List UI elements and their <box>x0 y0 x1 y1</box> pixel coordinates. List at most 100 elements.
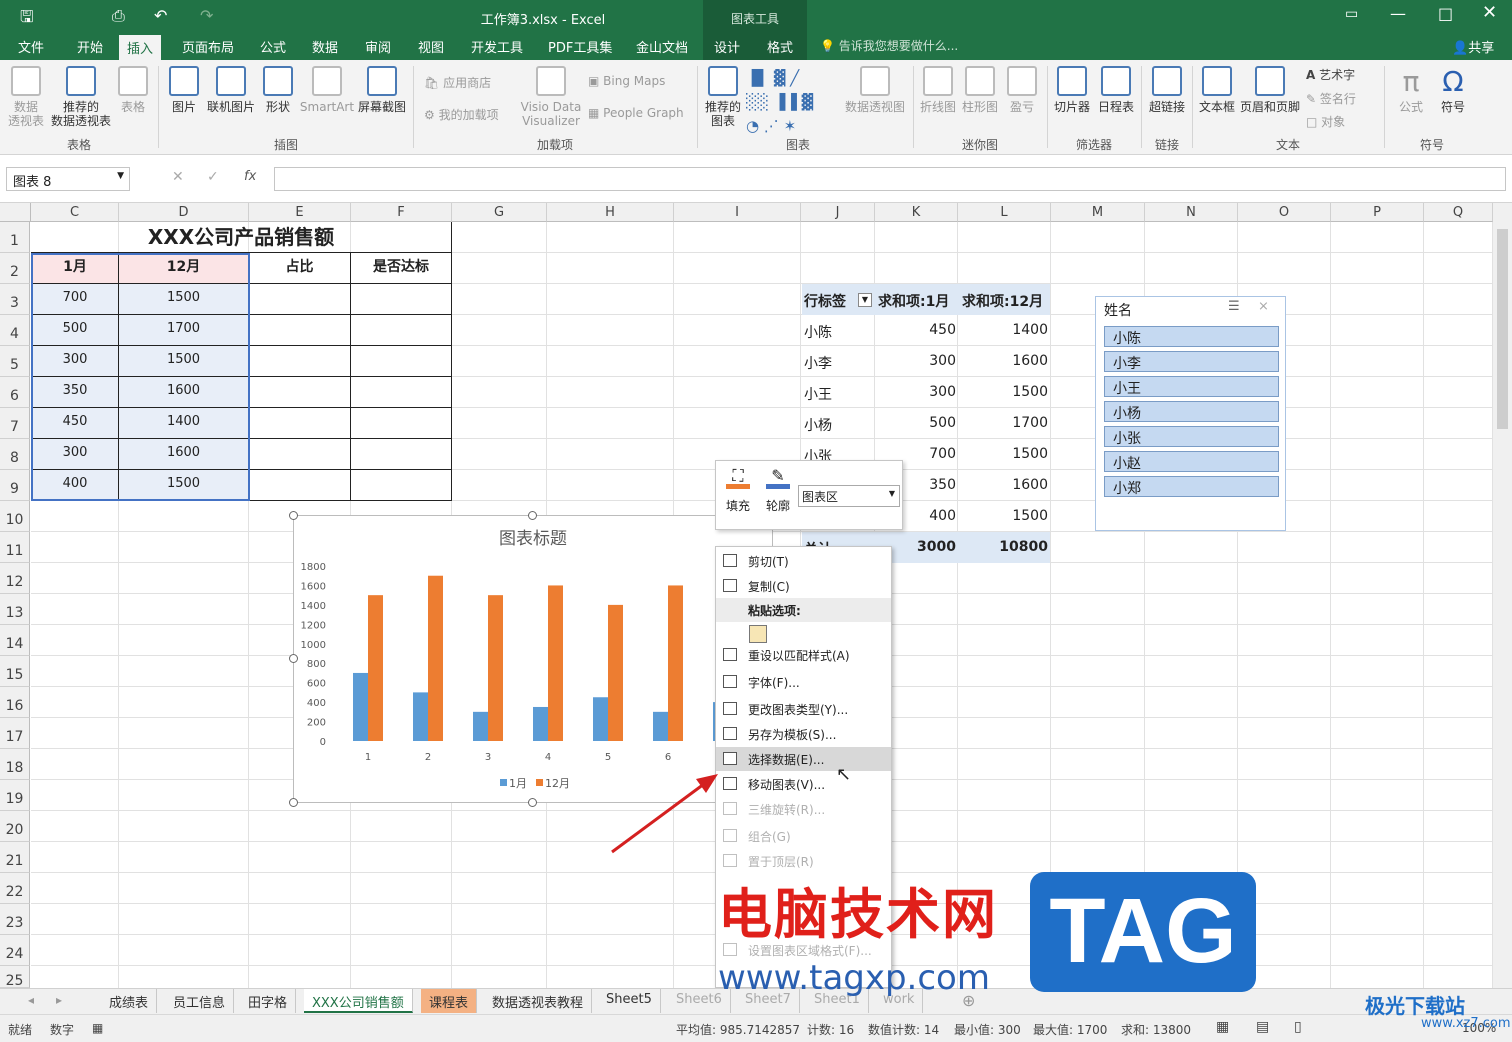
table-cell[interactable] <box>249 408 351 439</box>
table-cell[interactable] <box>249 346 351 377</box>
pivot-row[interactable]: 小李 300 1600 <box>802 346 1050 377</box>
screenshot-button[interactable]: 屏幕截图 <box>356 66 408 114</box>
row-header-18[interactable]: 18 <box>0 749 30 780</box>
context-menu-item[interactable]: 字体(F)... <box>716 670 891 694</box>
row-header-16[interactable]: 16 <box>0 687 30 718</box>
row-header-2[interactable]: 2 <box>0 253 30 284</box>
sparkline-line-button[interactable]: 折线图 <box>918 66 958 114</box>
timeline-button[interactable]: 日程表 <box>1094 66 1138 114</box>
resize-handle-tl[interactable] <box>289 511 298 520</box>
col-header-I[interactable]: I <box>674 203 801 222</box>
clear-filter-icon[interactable]: ⨯ <box>1258 299 1269 314</box>
context-menu-item[interactable]: 移动图表(V)... <box>716 772 891 796</box>
sheet-tab[interactable]: 课程表 <box>421 989 478 1013</box>
table-header-cell[interactable]: 1月 <box>31 253 119 284</box>
row-header-25[interactable]: 25 <box>0 966 30 989</box>
paste-keep-formatting-icon[interactable] <box>749 625 767 643</box>
shapes-button[interactable]: 形状 <box>260 66 296 114</box>
table-cell[interactable] <box>249 470 351 501</box>
row-header-5[interactable]: 5 <box>0 346 30 377</box>
tab-insert[interactable]: 插入 <box>119 35 162 60</box>
context-menu-item[interactable]: 重设以匹配样式(A) <box>716 643 891 667</box>
col-header-K[interactable]: K <box>875 203 958 222</box>
tab-view[interactable]: 视图 <box>418 37 444 56</box>
table-button[interactable]: 表格 <box>116 66 150 114</box>
scroll-left-icon[interactable]: ◂ <box>28 993 34 1007</box>
tab-pdf-tools[interactable]: PDF工具集 <box>548 37 612 56</box>
pivot-header[interactable]: 行标签 <box>804 291 846 311</box>
scrollbar-thumb[interactable] <box>1497 229 1508 429</box>
online-picture-button[interactable]: 联机图片 <box>204 66 258 114</box>
context-menu-item[interactable]: 更改图表类型(Y)... <box>716 697 891 721</box>
table-cell[interactable] <box>351 408 452 439</box>
tab-formulas[interactable]: 公式 <box>260 37 286 56</box>
table-cell[interactable]: 400 <box>31 470 119 501</box>
sheet-tab[interactable]: 田字格 <box>240 989 297 1013</box>
pivottable-button[interactable]: 数据 透视表 <box>6 66 46 128</box>
object-button[interactable]: □ 对象 <box>1306 113 1345 130</box>
header-footer-button[interactable]: 页眉和页脚 <box>1238 66 1302 114</box>
table-cell[interactable]: 1500 <box>119 470 249 501</box>
row-header-3[interactable]: 3 <box>0 284 30 315</box>
my-addins-button[interactable]: ⚙ 我的加载项 <box>424 106 499 123</box>
table-cell[interactable] <box>249 315 351 346</box>
table-cell[interactable]: 1400 <box>119 408 249 439</box>
equation-button[interactable]: π 公式 <box>1392 66 1430 115</box>
col-header-J[interactable]: J <box>801 203 875 222</box>
table-cell[interactable] <box>351 315 452 346</box>
context-menu-item[interactable]: 组合(G) <box>716 824 891 848</box>
slicer-panel[interactable]: 姓名 ☰ ⨯ 小陈 小李 小王 小杨 小张 小赵 小郑 <box>1095 296 1286 531</box>
row-header-11[interactable]: 11 <box>0 532 30 563</box>
share-button[interactable]: 👤共享 <box>1452 37 1494 56</box>
sheet-tab[interactable]: 成绩表 <box>101 989 158 1013</box>
textbox-button[interactable]: 文本框 <box>1196 66 1238 114</box>
col-header-Q[interactable]: Q <box>1424 203 1493 222</box>
tab-format[interactable]: 格式 <box>767 37 793 56</box>
row-header-13[interactable]: 13 <box>0 594 30 625</box>
slicer-item[interactable]: 小张 <box>1104 426 1279 447</box>
slicer-item[interactable]: 小王 <box>1104 376 1279 397</box>
row-header-23[interactable]: 23 <box>0 904 30 935</box>
slicer-item[interactable]: 小赵 <box>1104 451 1279 472</box>
select-all-corner[interactable] <box>0 203 31 222</box>
sheet-tab[interactable]: 数据透视表教程 <box>484 989 593 1013</box>
col-header-N[interactable]: N <box>1145 203 1238 222</box>
insert-function-icon[interactable]: fx <box>244 169 256 184</box>
name-box[interactable]: 图表 8 ▼ <box>6 167 130 191</box>
smartart-button[interactable]: SmartArt <box>298 66 356 114</box>
table-header-cell[interactable]: 占比 <box>249 253 351 284</box>
slicer-button[interactable]: 切片器 <box>1052 66 1092 114</box>
resize-handle-bl[interactable] <box>289 798 298 807</box>
outline-button[interactable]: ✎ 轮廓 <box>766 467 790 514</box>
tab-design[interactable]: 设计 <box>714 37 740 56</box>
row-header-17[interactable]: 17 <box>0 718 30 749</box>
tab-home[interactable]: 开始 <box>77 37 103 56</box>
table-cell[interactable]: 1600 <box>119 377 249 408</box>
row-header-10[interactable]: 10 <box>0 501 30 532</box>
cancel-entry-icon[interactable]: ✕ <box>172 169 184 185</box>
col-header-O[interactable]: O <box>1238 203 1331 222</box>
pivot-row[interactable]: 小陈 450 1400 <box>802 315 1050 346</box>
pivot-header[interactable]: 求和项:12月 <box>962 291 1043 311</box>
row-header-6[interactable]: 6 <box>0 377 30 408</box>
maximize-icon[interactable]: □ <box>1438 4 1453 23</box>
formula-input[interactable] <box>274 167 1506 191</box>
tab-file[interactable]: 文件 <box>18 37 44 56</box>
table-cell[interactable]: 1700 <box>119 315 249 346</box>
row-header-8[interactable]: 8 <box>0 439 30 470</box>
page-break-view-icon[interactable]: ▯ <box>1294 1019 1302 1035</box>
multi-select-icon[interactable]: ☰ <box>1228 299 1240 314</box>
store-button[interactable]: 🛍 应用商店 <box>424 74 491 91</box>
context-menu-item[interactable]: 复制(C) <box>716 574 891 598</box>
table-cell[interactable]: 500 <box>31 315 119 346</box>
row-header-19[interactable]: 19 <box>0 780 30 811</box>
tab-developer[interactable]: 开发工具 <box>471 37 523 56</box>
row-header-22[interactable]: 22 <box>0 873 30 904</box>
col-header-H[interactable]: H <box>547 203 674 222</box>
table-header-cell[interactable]: 12月 <box>119 253 249 284</box>
table-cell[interactable] <box>249 284 351 315</box>
close-icon[interactable]: ✕ <box>1482 2 1497 23</box>
col-header-L[interactable]: L <box>958 203 1051 222</box>
col-header-G[interactable]: G <box>452 203 547 222</box>
row-header-24[interactable]: 24 <box>0 935 30 966</box>
